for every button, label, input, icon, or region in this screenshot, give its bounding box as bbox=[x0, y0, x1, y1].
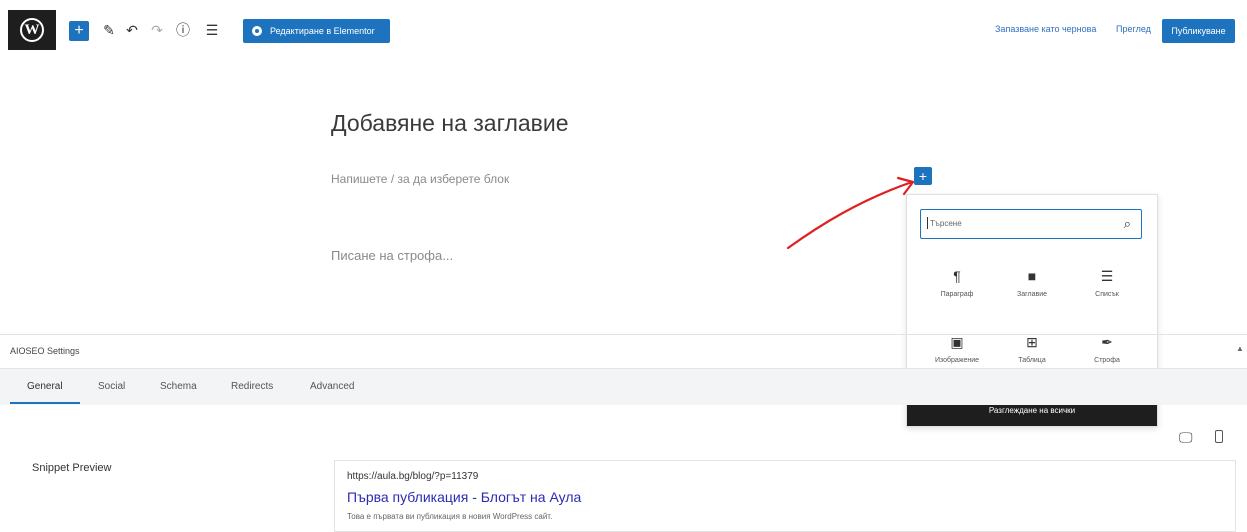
save-draft-link[interactable]: Запазване като чернова bbox=[995, 24, 1096, 34]
block-item-image[interactable]: ▣ Изображение bbox=[922, 333, 992, 364]
mobile-preview-icon[interactable] bbox=[1215, 430, 1223, 443]
block-search-input[interactable]: Търсене ⌕ bbox=[920, 209, 1142, 239]
wordpress-logo[interactable]: W bbox=[8, 10, 56, 50]
snippet-url: https://aula.bg/blog/?p=11379 bbox=[347, 471, 479, 482]
block-item-table[interactable]: ⊞ Таблица bbox=[997, 333, 1067, 364]
annotation-arrow bbox=[786, 176, 915, 250]
pencil-icon[interactable]: ✎ bbox=[100, 20, 118, 40]
tab-advanced[interactable]: Advanced bbox=[310, 381, 354, 392]
block-item-label: Заглавие bbox=[1016, 291, 1048, 298]
heading-icon: ■ bbox=[1027, 268, 1037, 284]
snippet-preview: https://aula.bg/blog/?p=11379 Първа публ… bbox=[334, 460, 1236, 532]
block-item-label: Таблица bbox=[1018, 357, 1046, 364]
elementor-icon bbox=[252, 26, 262, 36]
search-icon: ⌕ bbox=[1123, 216, 1131, 231]
redo-icon[interactable]: ↷ bbox=[148, 20, 166, 40]
preview-link[interactable]: Преглед bbox=[1116, 24, 1151, 34]
snippet-title: Първа публикация - Блогът на Аула bbox=[347, 489, 582, 505]
wordpress-logo-icon: W bbox=[20, 18, 44, 42]
active-tab-indicator bbox=[10, 402, 80, 404]
collapse-icon[interactable]: ▲ bbox=[1236, 344, 1244, 353]
aioseo-panel-title: AIOSEO Settings bbox=[10, 346, 80, 356]
block-appender[interactable]: Напишете / за да изберете блок bbox=[331, 172, 509, 186]
editor-toolbar: W + ✎ ↶ ↷ ⓘ ☰ Редактиране в Elementor За… bbox=[0, 0, 1247, 62]
edit-with-elementor-label: Редактиране в Elementor bbox=[270, 26, 375, 36]
block-item-label: Списък bbox=[1095, 291, 1119, 298]
post-title-input[interactable]: Добавяне на заглавие bbox=[331, 110, 569, 137]
block-item-heading[interactable]: ■ Заглавие bbox=[997, 267, 1067, 298]
block-item-list[interactable]: ☰ Списък bbox=[1072, 267, 1142, 298]
tab-social[interactable]: Social bbox=[98, 381, 125, 392]
publish-button[interactable]: Публикуване bbox=[1162, 19, 1235, 43]
desktop-preview-icon[interactable]: 🖵 bbox=[1179, 429, 1193, 446]
block-item-verse[interactable]: ✒ Строфа bbox=[1072, 333, 1142, 364]
tab-redirects[interactable]: Redirects bbox=[231, 381, 273, 392]
image-icon: ▣ bbox=[950, 334, 964, 350]
block-search-placeholder: Търсене bbox=[927, 217, 962, 229]
list-view-icon[interactable]: ☰ bbox=[203, 20, 221, 40]
add-block-button[interactable]: + bbox=[69, 21, 89, 41]
info-icon[interactable]: ⓘ bbox=[174, 20, 192, 40]
verse-block[interactable]: Писане на строфа... bbox=[331, 248, 453, 263]
block-item-label: Изображение bbox=[934, 357, 980, 364]
snippet-description: Това е първата ви публикация в новия Wor… bbox=[347, 512, 553, 521]
verse-icon: ✒ bbox=[1101, 334, 1113, 350]
tab-schema[interactable]: Schema bbox=[160, 381, 197, 392]
block-item-label: Строфа bbox=[1094, 357, 1120, 364]
tab-general[interactable]: General bbox=[27, 381, 63, 392]
snippet-preview-label: Snippet Preview bbox=[32, 462, 112, 474]
list-icon: ☰ bbox=[1100, 268, 1114, 284]
table-icon: ⊞ bbox=[1026, 334, 1038, 350]
undo-icon[interactable]: ↶ bbox=[123, 20, 141, 40]
paragraph-icon: ¶ bbox=[953, 268, 961, 284]
block-item-paragraph[interactable]: ¶ Параграф bbox=[922, 267, 992, 298]
edit-with-elementor-button[interactable]: Редактиране в Elementor bbox=[243, 19, 390, 43]
panel-divider bbox=[0, 334, 1247, 335]
aioseo-tab-bar: General Social Schema Redirects Advanced bbox=[0, 368, 1247, 405]
block-item-label: Параграф bbox=[940, 291, 974, 298]
